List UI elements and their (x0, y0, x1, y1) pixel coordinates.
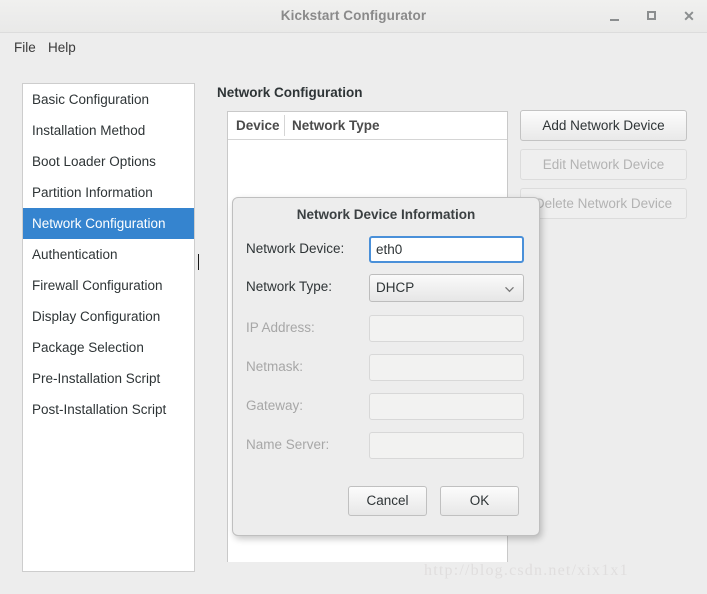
sidebar-item-display-configuration[interactable]: Display Configuration (23, 301, 194, 332)
network-type-label: Network Type: (246, 279, 333, 294)
name-server-label: Name Server: (246, 437, 330, 452)
ok-button[interactable]: OK (440, 486, 519, 516)
field-row-network-device: Network Device: (233, 234, 539, 264)
sidebar-item-package-selection[interactable]: Package Selection (23, 332, 194, 363)
network-type-value: DHCP (376, 280, 415, 295)
field-row-gateway: Gateway: (233, 391, 539, 421)
sidebar-list: Basic Configuration Installation Method … (22, 83, 195, 572)
menu-item-help[interactable]: Help (44, 38, 80, 58)
sidebar-item-partition-information[interactable]: Partition Information (23, 177, 194, 208)
network-device-input[interactable] (369, 236, 524, 263)
sidebar-item-firewall-configuration[interactable]: Firewall Configuration (23, 270, 194, 301)
cancel-button[interactable]: Cancel (348, 486, 427, 516)
network-device-label: Network Device: (246, 241, 345, 256)
text-cursor (198, 254, 199, 270)
page-title: Network Configuration (217, 85, 363, 100)
delete-network-device-button: Delete Network Device (520, 188, 687, 219)
field-row-network-type: Network Type: DHCP (233, 272, 539, 302)
sidebar-item-network-configuration[interactable]: Network Configuration (23, 208, 194, 239)
menu-item-file[interactable]: File (10, 38, 40, 58)
sidebar-item-boot-loader-options[interactable]: Boot Loader Options (23, 146, 194, 177)
network-type-select[interactable]: DHCP (369, 274, 524, 302)
edit-network-device-button: Edit Network Device (520, 149, 687, 180)
window-title: Kickstart Configurator (280, 8, 427, 23)
sidebar-item-authentication[interactable]: Authentication (23, 239, 194, 270)
field-row-ip-address: IP Address: (233, 313, 539, 343)
maximize-icon (646, 11, 656, 20)
name-server-input (369, 432, 524, 459)
ip-address-label: IP Address: (246, 320, 315, 335)
table-header-row: Device Network Type (228, 112, 507, 140)
sidebar-item-post-installation-script[interactable]: Post-Installation Script (23, 394, 194, 425)
table-column-divider (284, 115, 285, 136)
watermark: http://blog.csdn.net/xix1x1 (424, 562, 629, 579)
minimize-button[interactable] (604, 6, 624, 26)
maximize-button[interactable] (641, 6, 661, 26)
chevron-down-icon (505, 285, 514, 294)
sidebar-item-pre-installation-script[interactable]: Pre-Installation Script (23, 363, 194, 394)
sidebar-item-installation-method[interactable]: Installation Method (23, 115, 194, 146)
table-column-device: Device (236, 118, 280, 133)
dialog-title: Network Device Information (296, 207, 476, 222)
minimize-icon (609, 19, 619, 21)
menu-bar: File Help (0, 34, 707, 62)
sidebar-item-basic-configuration[interactable]: Basic Configuration (23, 84, 194, 115)
gateway-input (369, 393, 524, 420)
field-row-netmask: Netmask: (233, 352, 539, 382)
title-bar: Kickstart Configurator ✕ (0, 0, 707, 33)
network-device-information-dialog: Network Device Information Network Devic… (232, 197, 540, 536)
close-icon: ✕ (683, 8, 695, 24)
gateway-label: Gateway: (246, 398, 304, 413)
table-column-network-type: Network Type (292, 118, 380, 133)
netmask-input (369, 354, 524, 381)
netmask-label: Netmask: (246, 359, 304, 374)
field-row-name-server: Name Server: (233, 430, 539, 460)
close-button[interactable]: ✕ (679, 6, 699, 26)
add-network-device-button[interactable]: Add Network Device (520, 110, 687, 141)
ip-address-input (369, 315, 524, 342)
